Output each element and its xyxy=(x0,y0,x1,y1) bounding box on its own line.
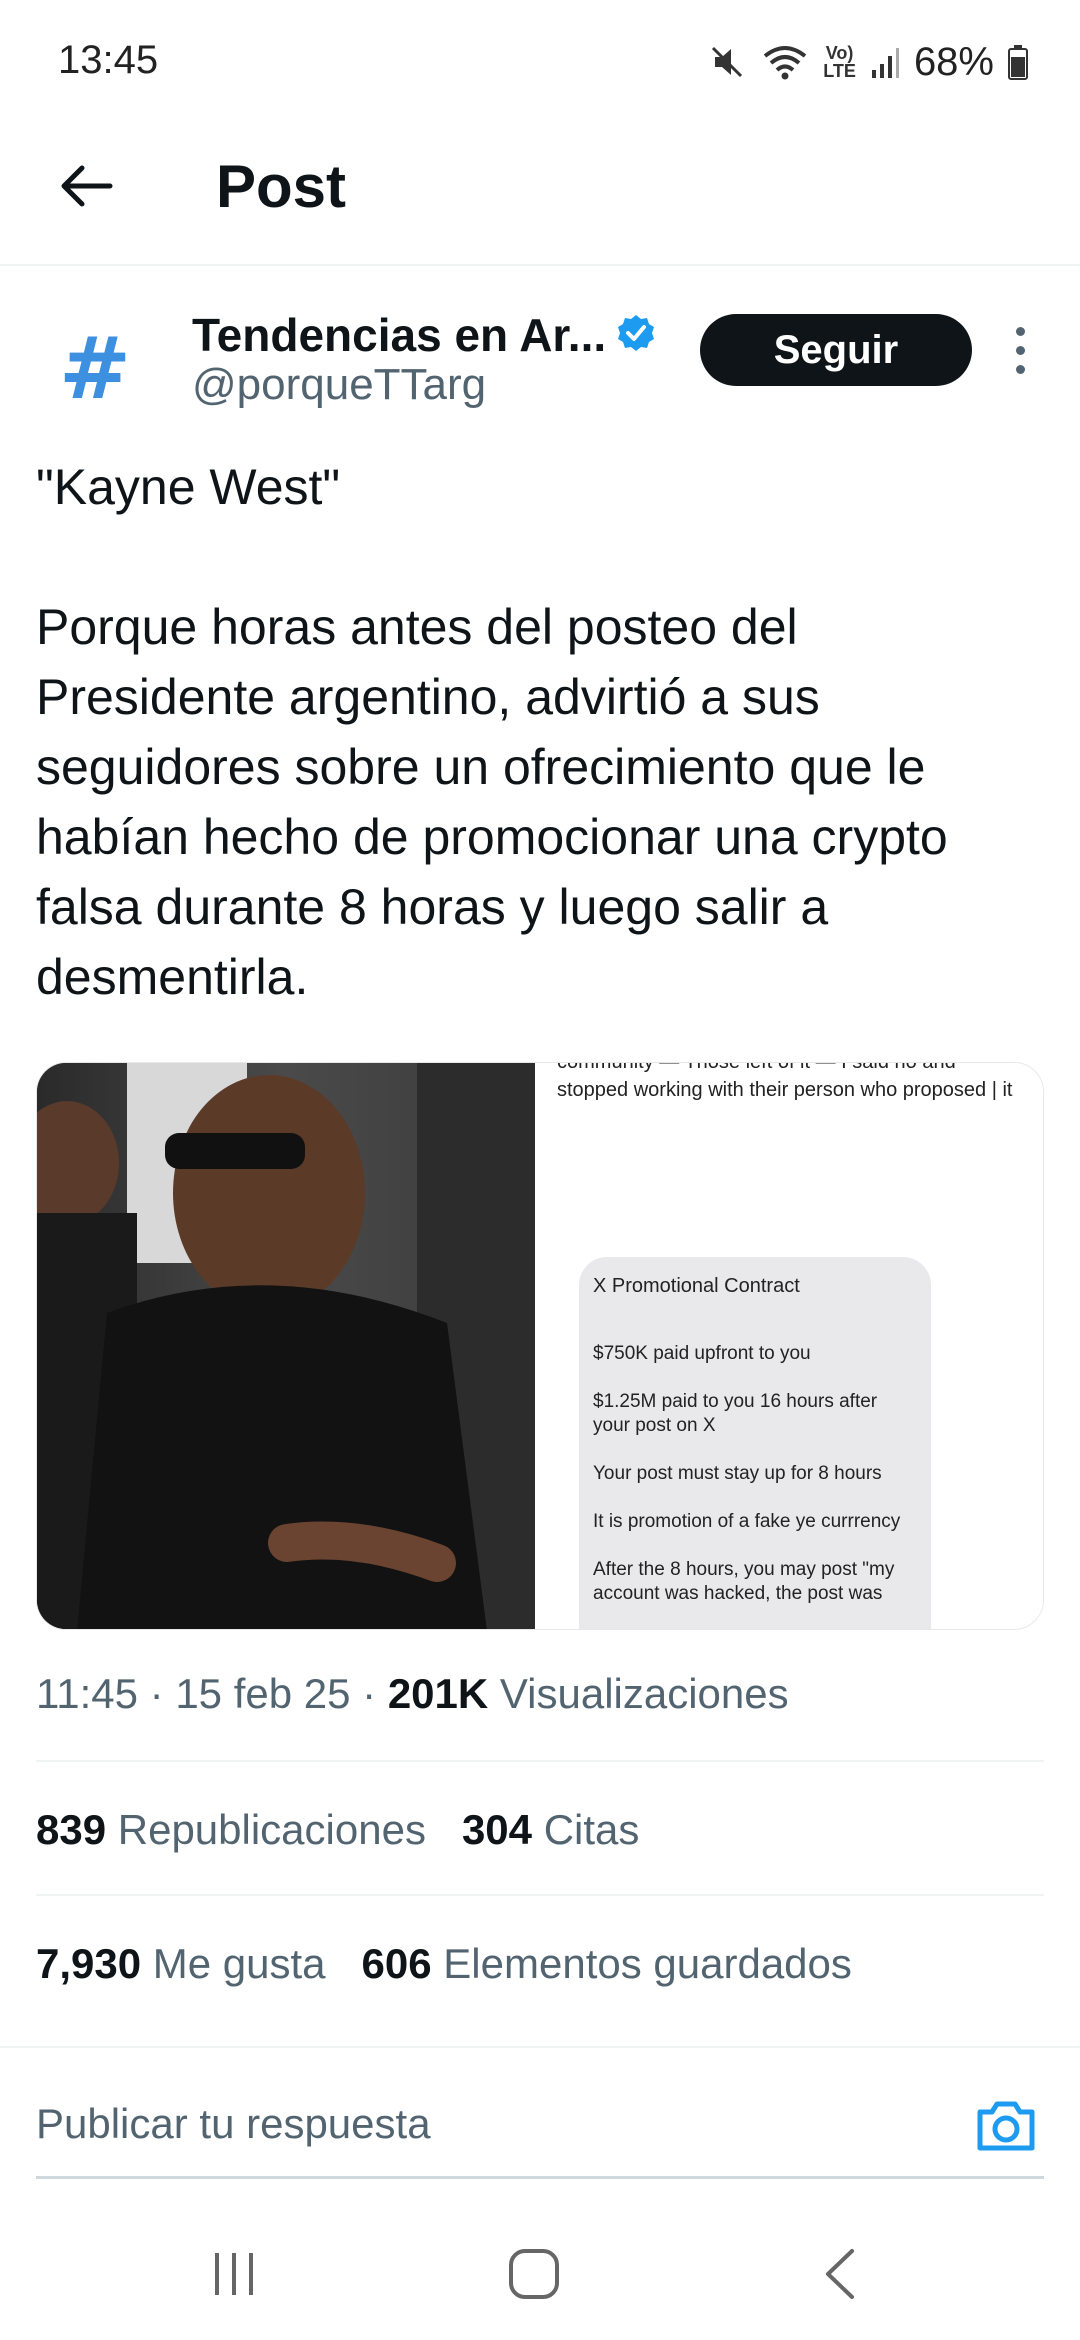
bookmarks-count: 606 xyxy=(361,1940,432,1987)
post-text: "Kayne West" Porque horas antes del post… xyxy=(36,459,948,1005)
bubble-line: Your post must stay up for 8 hours xyxy=(593,1463,882,1484)
image-caption-top: community — Those left of it — I said no… xyxy=(557,1063,1043,1074)
reposts-label: Republicaciones xyxy=(117,1806,426,1853)
status-bar: 13:45 Vo) LTE 68% xyxy=(0,0,1080,120)
reposts-stat[interactable]: 839 Republicaciones xyxy=(36,1806,426,1854)
divider xyxy=(36,1894,1044,1896)
person-photo-illustration xyxy=(37,1063,535,1629)
avatar[interactable]: # xyxy=(36,310,154,428)
likes-label: Me gusta xyxy=(152,1940,326,1987)
image-caption: stopped working with their person who pr… xyxy=(557,1079,1013,1101)
camera-button[interactable] xyxy=(974,2096,1038,2154)
arrow-left-icon xyxy=(61,165,113,207)
divider xyxy=(36,1760,1044,1762)
meta-separator: · xyxy=(362,1670,388,1717)
post-media: community — Those left of it — I said no… xyxy=(36,1062,1044,1630)
page-title: Post xyxy=(216,153,347,220)
likes-stat[interactable]: 7,930 Me gusta xyxy=(36,1940,326,1988)
quotes-count: 304 xyxy=(461,1806,533,1853)
post-author: # Tendencias en Ar... @porqueTTarg Segui… xyxy=(0,290,1080,430)
stats-row-likes: 7,930 Me gusta 606 Elementos guardados xyxy=(36,1940,852,1988)
post-date[interactable]: 15 feb 25 xyxy=(175,1670,350,1717)
bubble-line: After the 8 hours, you may post "my acco… xyxy=(593,1559,895,1604)
reply-composer[interactable]: Publicar tu respuesta xyxy=(0,2046,1080,2178)
bubble-line: $1.25M paid to you 16 hours after your p… xyxy=(593,1391,878,1436)
more-options-button[interactable] xyxy=(1000,320,1040,380)
message-bubble: X Promotional Contract $750K paid upfron… xyxy=(579,1257,931,1629)
status-time: 13:45 xyxy=(58,38,159,82)
signal-icon xyxy=(870,44,900,80)
bookmarks-stat[interactable]: 606 Elementos guardados xyxy=(362,1940,852,1988)
stats-row-reposts: 839 Republicaciones 304 Citas xyxy=(36,1806,639,1854)
media-image-photo[interactable] xyxy=(37,1063,535,1629)
verified-badge-icon xyxy=(616,313,656,358)
system-nav-bar xyxy=(0,2200,1080,2340)
system-back-button[interactable] xyxy=(800,2234,880,2314)
hashtag-avatar-glyph: # xyxy=(58,319,132,419)
author-name[interactable]: Tendencias en Ar... xyxy=(192,308,606,362)
back-button[interactable] xyxy=(50,150,122,222)
reply-input[interactable]: Publicar tu respuesta xyxy=(36,2100,431,2148)
camera-icon xyxy=(977,2101,1035,2151)
post-time[interactable]: 11:45 xyxy=(36,1670,138,1717)
author-handle[interactable]: @porqueTTarg xyxy=(192,360,486,410)
follow-button[interactable]: Seguir xyxy=(700,314,972,386)
bubble-title: X Promotional Contract xyxy=(593,1275,800,1297)
bubble-line: $750K paid upfront to you xyxy=(593,1343,811,1364)
battery-percent: 68% xyxy=(913,39,994,84)
more-dot-icon xyxy=(1015,326,1025,336)
bubble-line: It is promotion of a fake ye currrency xyxy=(593,1511,901,1532)
mute-icon xyxy=(707,42,747,82)
media-image-screenshot[interactable]: community — Those left of it — I said no… xyxy=(547,1063,1043,1629)
home-icon xyxy=(509,2249,559,2299)
quotes-stat[interactable]: 304 Citas xyxy=(462,1806,639,1854)
chevron-left-icon xyxy=(826,2249,854,2299)
bookmarks-label: Elementos guardados xyxy=(443,1940,852,1987)
lte-icon: Vo) LTE xyxy=(823,43,856,81)
reply-underline xyxy=(36,2176,1044,2179)
wifi-icon xyxy=(761,42,809,82)
battery-icon xyxy=(1008,44,1028,80)
more-dot-icon xyxy=(1015,345,1025,355)
quotes-label: Citas xyxy=(543,1806,640,1853)
views-count: 201K xyxy=(387,1670,489,1717)
more-dot-icon xyxy=(1015,364,1025,374)
recent-apps-button[interactable] xyxy=(194,2234,274,2314)
home-button[interactable] xyxy=(494,2234,574,2314)
author-name-row[interactable]: Tendencias en Ar... xyxy=(192,308,656,362)
likes-count: 7,930 xyxy=(36,1940,142,1987)
reposts-count: 839 xyxy=(36,1806,107,1853)
meta-separator: · xyxy=(149,1670,176,1717)
recent-apps-icon xyxy=(215,2253,253,2295)
app-header: Post xyxy=(0,120,1080,266)
post-meta: 11:45 · 15 feb 25 · 201K Visualizaciones xyxy=(36,1670,789,1718)
views-label: Visualizaciones xyxy=(499,1670,789,1717)
status-icons: Vo) LTE 68% xyxy=(707,38,1028,86)
